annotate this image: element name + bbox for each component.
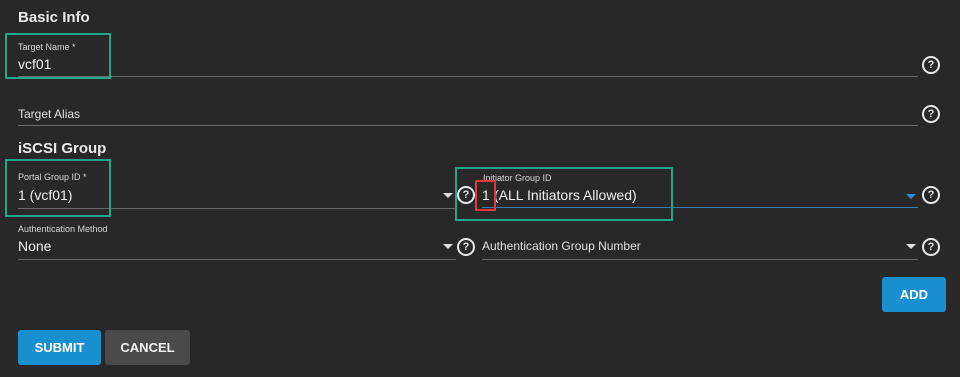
authentication-group-number-underline bbox=[482, 259, 918, 260]
target-name-highlight bbox=[5, 33, 111, 79]
submit-button[interactable]: SUBMIT bbox=[18, 330, 101, 365]
portal-group-id-chevron-down-icon[interactable] bbox=[443, 193, 453, 198]
portal-group-id-highlight bbox=[5, 159, 111, 217]
authentication-group-number-chevron-down-icon[interactable] bbox=[906, 244, 916, 249]
target-name-help-icon[interactable]: ? bbox=[922, 56, 940, 74]
target-name-underline bbox=[18, 76, 918, 77]
authentication-group-number-help-icon[interactable]: ? bbox=[922, 238, 940, 256]
authentication-method-chevron-down-icon[interactable] bbox=[443, 244, 453, 249]
authentication-method-label: Authentication Method bbox=[18, 224, 108, 234]
add-button[interactable]: ADD bbox=[882, 277, 946, 312]
basic-info-heading: Basic Info bbox=[18, 9, 90, 26]
target-alias-help-icon[interactable]: ? bbox=[922, 105, 940, 123]
target-alias-underline bbox=[18, 125, 918, 126]
authentication-method-underline bbox=[18, 259, 456, 260]
initiator-group-number-highlight bbox=[475, 180, 496, 211]
initiator-group-id-chevron-down-icon[interactable] bbox=[906, 194, 916, 199]
cancel-button[interactable]: CANCEL bbox=[105, 330, 190, 365]
iscsi-group-heading: iSCSI Group bbox=[18, 140, 107, 157]
authentication-group-number-select[interactable]: Authentication Group Number bbox=[482, 239, 641, 253]
target-alias-input[interactable]: Target Alias bbox=[18, 107, 80, 121]
initiator-group-id-help-icon[interactable]: ? bbox=[922, 186, 940, 204]
authentication-method-select[interactable]: None bbox=[18, 238, 51, 254]
authentication-method-help-icon[interactable]: ? bbox=[457, 238, 475, 256]
